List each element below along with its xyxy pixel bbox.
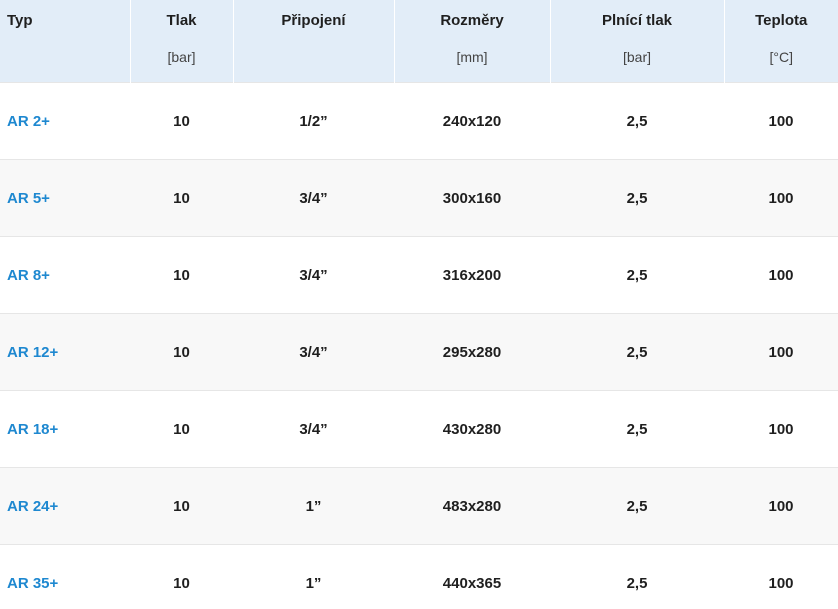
- cell-fill-pressure: 2,5: [550, 236, 724, 314]
- cell-connection: 1”: [233, 544, 394, 609]
- product-link[interactable]: AR 12+: [7, 344, 58, 361]
- header-row: Typ Tlak [bar] Připojení Rozměry [mm] Pl…: [0, 0, 838, 83]
- table-row: AR 24+ 10 1” 483x280 2,5 100: [0, 467, 838, 545]
- cell-fill-pressure: 2,5: [550, 390, 724, 468]
- cell-fill-pressure: 2,5: [550, 467, 724, 545]
- cell-type: AR 8+: [0, 236, 130, 314]
- product-link[interactable]: AR 24+: [7, 498, 58, 515]
- cell-pressure: 10: [130, 236, 233, 314]
- cell-temperature: 100: [724, 544, 838, 609]
- header-title: Připojení: [281, 12, 346, 29]
- cell-temperature: 100: [724, 390, 838, 468]
- cell-dimensions: 240x120: [394, 82, 550, 160]
- cell-fill-pressure: 2,5: [550, 313, 724, 391]
- header-connection: Připojení: [233, 0, 395, 83]
- product-link[interactable]: AR 18+: [7, 421, 58, 438]
- cell-connection: 1”: [233, 467, 394, 545]
- cell-type: AR 18+: [0, 390, 130, 468]
- product-link[interactable]: AR 35+: [7, 575, 58, 592]
- header-unit: [bar]: [622, 49, 651, 65]
- header-temperature: Teplota [°C]: [724, 0, 838, 83]
- header-unit: [mm]: [456, 49, 488, 65]
- cell-type: AR 24+: [0, 467, 130, 545]
- product-link[interactable]: AR 2+: [7, 113, 50, 130]
- cell-pressure: 10: [130, 82, 233, 160]
- cell-dimensions: 295x280: [394, 313, 550, 391]
- cell-fill-pressure: 2,5: [550, 159, 724, 237]
- cell-dimensions: 316x200: [394, 236, 550, 314]
- cell-temperature: 100: [724, 467, 838, 545]
- cell-temperature: 100: [724, 82, 838, 160]
- cell-pressure: 10: [130, 467, 233, 545]
- header-unit: [°C]: [769, 49, 794, 65]
- cell-type: AR 5+: [0, 159, 130, 237]
- cell-pressure: 10: [130, 544, 233, 609]
- table-row: AR 2+ 10 1/2” 240x120 2,5 100: [0, 82, 838, 160]
- table-row: AR 18+ 10 3/4” 430x280 2,5 100: [0, 390, 838, 468]
- product-link[interactable]: AR 8+: [7, 267, 50, 284]
- table-body: AR 2+ 10 1/2” 240x120 2,5 100 AR 5+ 10 3…: [0, 82, 838, 609]
- cell-fill-pressure: 2,5: [550, 544, 724, 609]
- cell-temperature: 100: [724, 159, 838, 237]
- table-row: AR 35+ 10 1” 440x365 2,5 100: [0, 544, 838, 609]
- header-title: Typ: [7, 12, 33, 29]
- cell-pressure: 10: [130, 159, 233, 237]
- cell-temperature: 100: [724, 313, 838, 391]
- spec-table: Typ Tlak [bar] Připojení Rozměry [mm] Pl…: [0, 0, 838, 609]
- cell-dimensions: 430x280: [394, 390, 550, 468]
- cell-connection: 3/4”: [233, 236, 394, 314]
- cell-pressure: 10: [130, 313, 233, 391]
- cell-dimensions: 483x280: [394, 467, 550, 545]
- cell-temperature: 100: [724, 236, 838, 314]
- cell-type: AR 2+: [0, 82, 130, 160]
- header-unit: [bar]: [167, 49, 196, 65]
- table-row: AR 8+ 10 3/4” 316x200 2,5 100: [0, 236, 838, 314]
- cell-connection: 3/4”: [233, 313, 394, 391]
- header-title: Teplota: [755, 12, 808, 29]
- header-fill-pressure: Plnící tlak [bar]: [550, 0, 725, 83]
- header-dimensions: Rozměry [mm]: [394, 0, 551, 83]
- header-title: Tlak: [166, 12, 197, 29]
- cell-type: AR 35+: [0, 544, 130, 609]
- table-row: AR 12+ 10 3/4” 295x280 2,5 100: [0, 313, 838, 391]
- cell-pressure: 10: [130, 390, 233, 468]
- cell-fill-pressure: 2,5: [550, 82, 724, 160]
- header-type: Typ: [0, 0, 131, 83]
- header-title: Rozměry: [440, 12, 504, 29]
- cell-type: AR 12+: [0, 313, 130, 391]
- cell-dimensions: 300x160: [394, 159, 550, 237]
- header-title: Plnící tlak: [601, 12, 673, 29]
- cell-dimensions: 440x365: [394, 544, 550, 609]
- product-link[interactable]: AR 5+: [7, 190, 50, 207]
- cell-connection: 3/4”: [233, 159, 394, 237]
- cell-connection: 3/4”: [233, 390, 394, 468]
- cell-connection: 1/2”: [233, 82, 394, 160]
- table-row: AR 5+ 10 3/4” 300x160 2,5 100: [0, 159, 838, 237]
- header-pressure: Tlak [bar]: [130, 0, 234, 83]
- table-header: Typ Tlak [bar] Připojení Rozměry [mm] Pl…: [0, 0, 838, 83]
